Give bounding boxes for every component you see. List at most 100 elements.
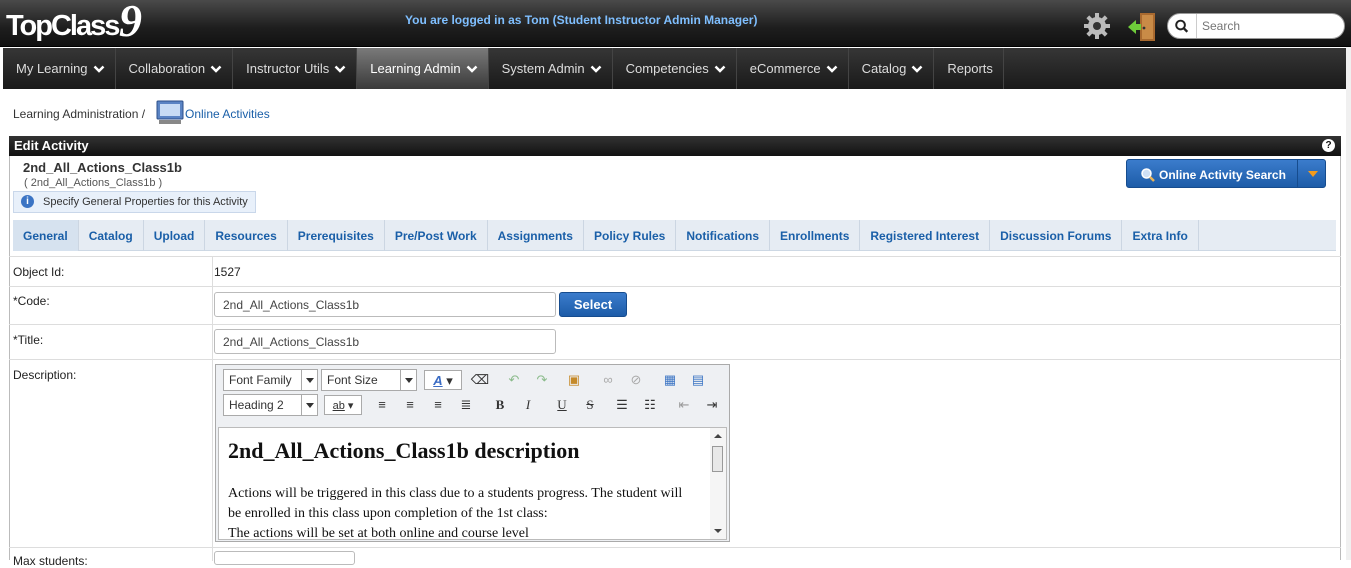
- page-scrollbar[interactable]: [1346, 47, 1351, 560]
- description-heading: 2nd_All_Actions_Class1b description: [228, 438, 580, 463]
- strikethrough-icon[interactable]: S: [580, 395, 600, 415]
- scroll-thumb[interactable]: [712, 446, 723, 472]
- logged-in-text: You are logged in as Tom (Student Instru…: [405, 13, 758, 27]
- eraser-icon[interactable]: ⌫: [470, 370, 490, 390]
- redo-icon[interactable]: ↷: [532, 370, 552, 390]
- title-label: *Title:: [13, 333, 44, 347]
- undo-icon[interactable]: ↶: [504, 370, 524, 390]
- help-icon[interactable]: ?: [1322, 139, 1335, 152]
- nav-collaboration[interactable]: Collaboration: [116, 48, 234, 89]
- tab-policy-rules[interactable]: Policy Rules: [584, 220, 677, 251]
- nav-my-learning[interactable]: My Learning: [3, 48, 116, 89]
- nav-label: Collaboration: [128, 61, 206, 76]
- tab-registered-interest[interactable]: Registered Interest: [860, 220, 991, 251]
- search-icon: [1141, 168, 1155, 182]
- nav-label: Instructor Utils: [246, 61, 330, 76]
- tab-discussion-forums[interactable]: Discussion Forums: [990, 220, 1123, 251]
- editor-scrollbar[interactable]: [710, 428, 726, 539]
- search-button-label: Online Activity Search: [1159, 168, 1286, 182]
- insert-document-icon[interactable]: ▤: [688, 370, 708, 390]
- text-color-icon[interactable]: A ▾: [424, 370, 462, 390]
- max-students-label: Max students:: [13, 554, 88, 568]
- underline-icon[interactable]: U: [552, 395, 572, 415]
- chevron-down-icon: [334, 65, 346, 73]
- chevron-down-icon: [590, 65, 602, 73]
- tab-upload[interactable]: Upload: [144, 220, 206, 251]
- dropdown-caret-icon[interactable]: [1308, 171, 1318, 177]
- block-format-select[interactable]: Heading 2: [223, 394, 318, 416]
- paste-icon[interactable]: ▣: [564, 370, 584, 390]
- editor-content-area[interactable]: 2nd_All_Actions_Class1b description Acti…: [218, 427, 727, 540]
- code-input[interactable]: 2nd_All_Actions_Class1b: [214, 292, 556, 317]
- column-divider: [212, 548, 213, 561]
- logo-word: TopClass: [6, 10, 120, 42]
- description-label: Description:: [13, 368, 77, 382]
- panel-header: Edit Activity ?: [9, 136, 1341, 156]
- align-center-icon[interactable]: ≡: [400, 395, 420, 415]
- highlight-color-icon[interactable]: ab ▾: [324, 395, 362, 415]
- breadcrumb-current[interactable]: Online Activities: [185, 107, 270, 121]
- online-activity-search-button[interactable]: Online Activity Search: [1126, 159, 1326, 188]
- italic-icon[interactable]: I: [518, 395, 538, 415]
- button-divider: [1297, 160, 1298, 187]
- scroll-down-icon[interactable]: [714, 529, 722, 533]
- column-divider: [212, 360, 213, 547]
- tab-general[interactable]: General: [13, 220, 79, 251]
- dropdown-arrow-icon: [400, 370, 416, 390]
- tab-catalog[interactable]: Catalog: [79, 220, 144, 251]
- tab-assignments[interactable]: Assignments: [488, 220, 584, 251]
- nav-reports[interactable]: Reports: [934, 48, 1004, 89]
- logout-door-icon[interactable]: [1126, 11, 1158, 43]
- chevron-down-icon: [93, 65, 104, 73]
- chevron-down-icon: [826, 65, 837, 73]
- tab-enrollments[interactable]: Enrollments: [770, 220, 861, 251]
- nav-label: eCommerce: [749, 61, 821, 76]
- unlink-icon[interactable]: ⊘: [626, 370, 646, 390]
- search-input[interactable]: [1202, 18, 1337, 34]
- nav-competencies[interactable]: Competencies: [613, 48, 737, 89]
- bullet-list-icon[interactable]: ☰: [612, 395, 632, 415]
- font-family-value: Font Family: [229, 373, 292, 387]
- search-icon[interactable]: [1168, 14, 1197, 38]
- column-divider: [212, 287, 213, 324]
- nav-catalog[interactable]: Catalog: [849, 48, 935, 89]
- font-size-value: Font Size: [327, 373, 378, 387]
- top-header: TopClass 9 You are logged in as Tom (Stu…: [0, 0, 1351, 47]
- tab-resources[interactable]: Resources: [205, 220, 288, 251]
- nav-label: System Admin: [501, 61, 585, 76]
- tab-pre-post-work[interactable]: Pre/Post Work: [385, 220, 488, 251]
- nav-label: My Learning: [16, 61, 88, 76]
- dropdown-arrow-icon: [301, 395, 317, 415]
- logo-version: 9: [119, 0, 142, 46]
- align-right-icon[interactable]: ≡: [428, 395, 448, 415]
- search-box[interactable]: [1167, 13, 1345, 39]
- numbered-list-icon[interactable]: ☷: [640, 395, 660, 415]
- activity-code-subtitle: ( 2nd_All_Actions_Class1b ): [24, 177, 163, 189]
- nav-instructor-utils[interactable]: Instructor Utils: [233, 48, 358, 89]
- tab-extra-info[interactable]: Extra Info: [1122, 220, 1199, 251]
- chevron-down-icon: [210, 65, 222, 73]
- nav-ecommerce[interactable]: eCommerce: [737, 48, 849, 89]
- select-button[interactable]: Select: [559, 292, 627, 317]
- tab-notifications[interactable]: Notifications: [676, 220, 771, 251]
- align-justify-icon[interactable]: ≣: [456, 395, 476, 415]
- align-left-icon[interactable]: ≡: [372, 395, 392, 415]
- font-family-select[interactable]: Font Family: [223, 369, 318, 391]
- link-icon[interactable]: ∞: [598, 370, 618, 390]
- gear-icon[interactable]: [1083, 12, 1111, 40]
- max-students-input[interactable]: [214, 551, 355, 565]
- scroll-up-icon[interactable]: [714, 434, 722, 438]
- insert-image-icon[interactable]: ▦: [660, 370, 680, 390]
- breadcrumb: Learning Administration /: [13, 107, 145, 121]
- indent-icon[interactable]: ⇥: [702, 395, 722, 415]
- chevron-down-icon: [466, 65, 477, 73]
- nav-label: Reports: [947, 61, 993, 76]
- tab-prerequisites[interactable]: Prerequisites: [288, 220, 385, 251]
- bold-icon[interactable]: B: [490, 395, 510, 415]
- breadcrumb-parent[interactable]: Learning Administration: [13, 107, 138, 121]
- outdent-icon[interactable]: ⇤: [674, 395, 694, 415]
- title-input[interactable]: 2nd_All_Actions_Class1b: [214, 329, 556, 354]
- nav-system-admin[interactable]: System Admin: [489, 48, 613, 89]
- nav-learning-admin[interactable]: Learning Admin: [357, 48, 489, 89]
- font-size-select[interactable]: Font Size: [321, 369, 417, 391]
